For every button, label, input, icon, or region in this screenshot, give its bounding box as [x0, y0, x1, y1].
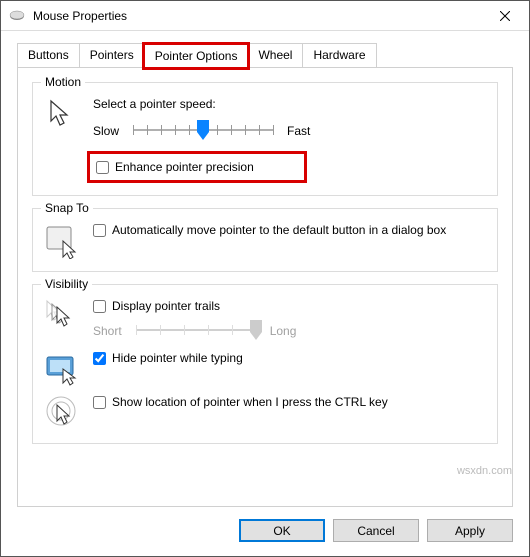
trails-icon — [45, 299, 81, 335]
snap-to-label[interactable]: Automatically move pointer to the defaul… — [112, 223, 446, 237]
close-button[interactable] — [485, 2, 525, 30]
ok-button[interactable]: OK — [239, 519, 325, 542]
tab-pointers[interactable]: Pointers — [79, 43, 145, 67]
enhance-precision-label[interactable]: Enhance pointer precision — [115, 160, 254, 174]
trail-length-slider — [136, 319, 256, 343]
window-title: Mouse Properties — [33, 9, 485, 23]
ctrl-locate-checkbox[interactable] — [93, 396, 106, 409]
apply-button[interactable]: Apply — [427, 519, 513, 542]
tabstrip: Buttons Pointers Pointer Options Wheel H… — [1, 31, 529, 67]
visibility-legend: Visibility — [41, 277, 92, 291]
hide-typing-checkbox[interactable] — [93, 352, 106, 365]
snap-to-icon — [45, 223, 81, 259]
titlebar: Mouse Properties — [1, 1, 529, 31]
display-trails-label[interactable]: Display pointer trails — [112, 299, 220, 313]
motion-pointer-icon — [45, 97, 81, 133]
button-bar: OK Cancel Apply — [1, 507, 529, 556]
group-motion: Motion Select a pointer speed: Slow — [32, 82, 498, 196]
cancel-button[interactable]: Cancel — [333, 519, 419, 542]
slow-label: Slow — [93, 124, 119, 138]
pointer-speed-slider[interactable] — [133, 119, 273, 143]
fast-label: Fast — [287, 124, 310, 138]
hide-typing-label[interactable]: Hide pointer while typing — [112, 351, 243, 365]
tab-wheel[interactable]: Wheel — [247, 43, 303, 67]
ctrl-locate-icon — [45, 395, 81, 431]
enhance-precision-checkbox[interactable] — [96, 161, 109, 174]
enhance-precision-highlight: Enhance pointer precision — [87, 151, 307, 183]
snap-legend: Snap To — [41, 201, 93, 215]
tab-page: Motion Select a pointer speed: Slow — [17, 67, 513, 507]
speed-label: Select a pointer speed: — [93, 97, 485, 111]
watermark: wsxdn.com — [457, 465, 512, 477]
hide-typing-icon — [45, 351, 81, 387]
tab-pointer-options[interactable]: Pointer Options — [144, 44, 249, 68]
tab-buttons[interactable]: Buttons — [17, 43, 80, 67]
trail-short-label: Short — [93, 324, 122, 338]
display-trails-checkbox[interactable] — [93, 300, 106, 313]
trail-long-label: Long — [270, 324, 297, 338]
mouse-icon — [9, 10, 25, 22]
motion-legend: Motion — [41, 75, 85, 89]
group-visibility: Visibility Display pointer trails — [32, 284, 498, 444]
ctrl-locate-label[interactable]: Show location of pointer when I press th… — [112, 395, 388, 409]
mouse-properties-window: Mouse Properties Buttons Pointers Pointe… — [0, 0, 530, 557]
group-snap-to: Snap To Automatically move pointer to th… — [32, 208, 498, 272]
snap-to-checkbox[interactable] — [93, 224, 106, 237]
tab-hardware[interactable]: Hardware — [302, 43, 376, 67]
